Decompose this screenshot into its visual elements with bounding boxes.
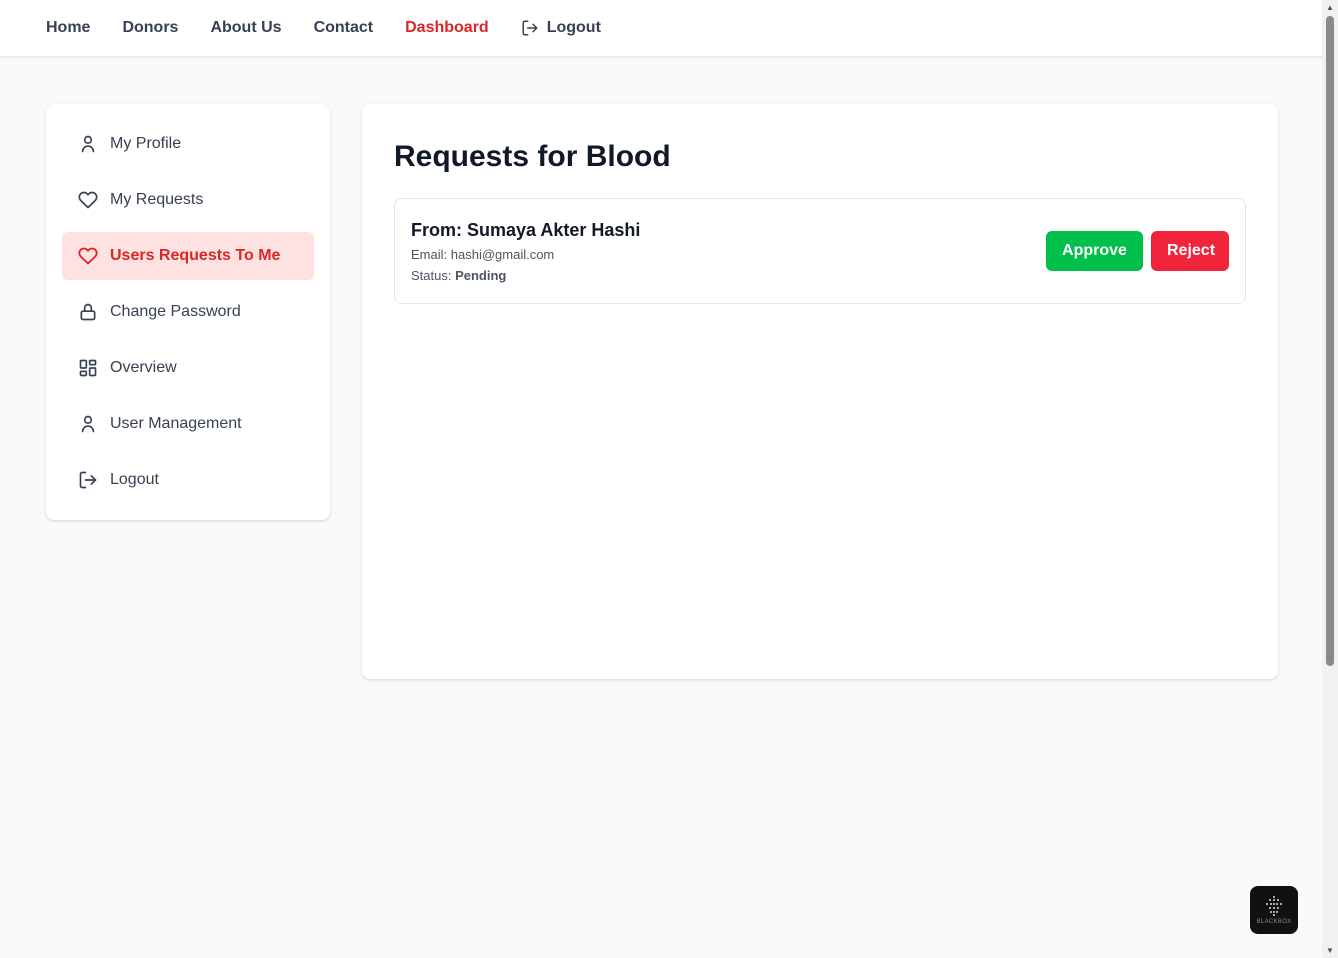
user-icon bbox=[78, 414, 98, 434]
status-badge: Pending bbox=[455, 267, 507, 283]
page-title: Requests for Blood bbox=[394, 140, 671, 173]
nav-dashboard-link[interactable]: Dashboard bbox=[405, 19, 489, 37]
scroll-up-arrow-icon[interactable]: ▲ bbox=[1326, 3, 1334, 12]
blackbox-widget-button[interactable]: BLACKBOX bbox=[1250, 886, 1298, 934]
heart-icon bbox=[78, 190, 98, 210]
sidebar-item-label: Users Requests To Me bbox=[110, 247, 281, 264]
email-label: Email: bbox=[411, 246, 448, 262]
request-actions: Approve Reject bbox=[1046, 231, 1229, 271]
approve-button[interactable]: Approve bbox=[1046, 231, 1143, 271]
request-from: From: Sumaya Akter Hashi bbox=[411, 219, 641, 240]
page-scrollbar[interactable]: ▲ ▼ bbox=[1322, 0, 1338, 958]
sidebar-item-users-requests-to-me[interactable]: Users Requests To Me bbox=[62, 232, 314, 280]
lock-icon bbox=[78, 302, 98, 322]
nav-logout-label: Logout bbox=[546, 19, 601, 36]
top-navbar: Home Donors About Us Contact Dashboard L… bbox=[0, 0, 1322, 57]
sidebar-item-my-profile[interactable]: My Profile bbox=[62, 120, 314, 168]
sidebar-item-change-password[interactable]: Change Password bbox=[62, 288, 314, 336]
sidebar-item-label: User Management bbox=[110, 415, 242, 432]
nav-contact-link[interactable]: Contact bbox=[314, 19, 374, 37]
user-icon bbox=[78, 134, 98, 154]
sidebar-item-label: Change Password bbox=[110, 303, 241, 320]
nav-logout-link[interactable]: Logout bbox=[521, 19, 601, 37]
sidebar-item-label: My Profile bbox=[110, 135, 182, 152]
sidebar-item-logout[interactable]: Logout bbox=[62, 456, 314, 504]
sidebar-item-label: Overview bbox=[110, 359, 177, 376]
sidebar: My Profile My Requests Users Requests To… bbox=[46, 104, 330, 520]
sidebar-item-label: Logout bbox=[110, 471, 159, 488]
request-info: From: Sumaya Akter Hashi Email: hashi@gm… bbox=[411, 220, 640, 283]
scroll-down-arrow-icon[interactable]: ▼ bbox=[1326, 946, 1334, 955]
grid-icon bbox=[78, 358, 98, 378]
nav-about-link[interactable]: About Us bbox=[210, 19, 281, 37]
sidebar-item-my-requests[interactable]: My Requests bbox=[62, 176, 314, 224]
sidebar-item-user-management[interactable]: User Management bbox=[62, 400, 314, 448]
request-status-line: Status: Pending bbox=[411, 268, 640, 283]
logout-icon bbox=[522, 20, 538, 36]
request-card: From: Sumaya Akter Hashi Email: hashi@gm… bbox=[394, 198, 1246, 304]
logout-icon bbox=[78, 470, 98, 490]
nav-home-link[interactable]: Home bbox=[46, 19, 90, 37]
request-email-line: Email: hashi@gmail.com bbox=[411, 247, 640, 262]
request-email: hashi@gmail.com bbox=[450, 246, 555, 262]
nav-donors-link[interactable]: Donors bbox=[122, 19, 178, 37]
scrollbar-thumb[interactable] bbox=[1326, 16, 1334, 666]
sidebar-item-overview[interactable]: Overview bbox=[62, 344, 314, 392]
blackbox-logo-icon bbox=[1266, 896, 1282, 916]
sidebar-item-label: My Requests bbox=[110, 191, 204, 208]
heart-icon bbox=[78, 246, 98, 266]
reject-button[interactable]: Reject bbox=[1151, 231, 1229, 271]
widget-label: BLACKBOX bbox=[1256, 919, 1292, 925]
status-label: Status: bbox=[411, 267, 452, 283]
main-panel: Requests for Blood From: Sumaya Akter Ha… bbox=[362, 104, 1278, 679]
